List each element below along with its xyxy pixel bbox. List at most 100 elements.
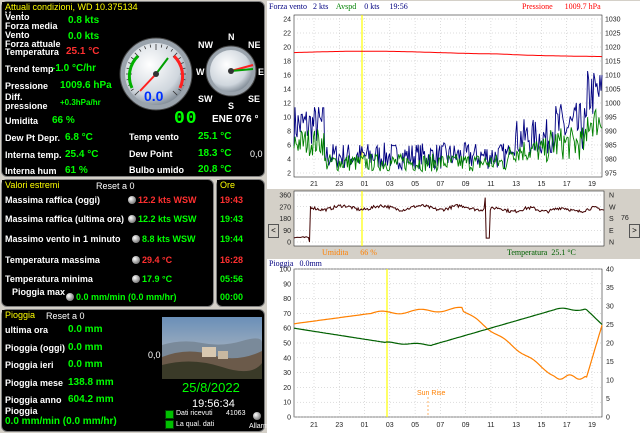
graph3-svg: 1009080706050403020100403530252015105021… — [279, 267, 614, 430]
graph1-left-tick: 4 — [287, 157, 291, 164]
graph1-right-tick: 1015 — [605, 59, 621, 66]
graph1-right-tick: 1005 — [605, 87, 621, 94]
rain-year-label: Pioggia anno — [5, 395, 62, 405]
wind-direction-compass — [205, 45, 257, 97]
graph3-x-tick: 09 — [462, 422, 470, 429]
extreme-wind-minute-value: 8.8 kts WSW — [142, 234, 196, 244]
graph3-left-tick: 80 — [283, 296, 291, 303]
rain-month-value: 138.8 mm — [68, 377, 114, 388]
graph1-left-tick: 2 — [287, 171, 291, 178]
graph1-x-tick: 01 — [361, 181, 369, 188]
graph3-right-tick: 15 — [606, 359, 614, 366]
direction-degrees: 076 ° — [235, 114, 259, 125]
time-4: 05:56 — [220, 274, 244, 284]
graph3-x-tick: 19 — [588, 422, 596, 429]
temp-vento-label: Temp vento — [129, 132, 179, 142]
pressure-diff-value: +0.3hPa/hr — [60, 98, 101, 107]
graph2-side-value: 76 — [621, 215, 629, 222]
humidity-temp-graph: Pioggia 0.0mm 100 90 80 70 60 50 40 30 20 10 0 40 35… — [267, 259, 640, 433]
wind-avg-label: Vento Forza media — [5, 13, 63, 31]
compass-e: E — [258, 67, 265, 77]
extremes-reset[interactable]: Reset a 0 — [96, 181, 135, 191]
extreme-gust-today-value: 12.2 kts WSW — [138, 195, 197, 205]
graph1-x-tick: 13 — [512, 181, 520, 188]
compass-n: N — [228, 32, 235, 42]
graph3-x-tick: 03 — [386, 422, 394, 429]
graph3-right-tick: 40 — [606, 267, 614, 274]
extreme-gust-today-label: Massima raffica (oggi) — [5, 195, 101, 205]
dew-depr-value: 6.8 °C — [65, 132, 93, 143]
graph3-left-tick: 0 — [287, 415, 291, 422]
interna-temp-label: Interna temp. — [5, 150, 62, 160]
pressure-label: Pressione — [5, 81, 49, 91]
current-side-value: 0,0 — [250, 149, 263, 159]
graph1-x-tick: 11 — [487, 181, 494, 188]
rain-month-label: Pioggia mese — [5, 378, 64, 388]
graph1-right-tick: 1000 — [605, 101, 621, 108]
current-conditions-panel: Attuali condizioni, WD 10.375134 Vento V… — [1, 1, 265, 177]
graph1-x-tick: 21 — [310, 181, 318, 188]
times-title: Ore — [217, 180, 244, 191]
rain-hour-value: 0.0 mm — [68, 324, 103, 335]
graph3-left-tick: 30 — [283, 370, 291, 377]
graph1-svg: 24 103022 102520 102018 101516 101014 100512 10… — [283, 14, 621, 188]
graph3-left-tick: 90 — [283, 281, 291, 288]
graph3-right-tick: 10 — [606, 378, 614, 385]
dew-point-value: 18.3 °C — [198, 148, 232, 159]
graph1-left-tick: 8 — [287, 129, 291, 136]
graph1-left-tick: 14 — [283, 87, 291, 94]
temp-trend-label: Trend temp — [5, 64, 54, 74]
rain-yesterday-label: Pioggia ieri — [5, 360, 54, 370]
temp-trend-value: -1.0 °C/hr — [52, 63, 97, 74]
graph3-right-tick: 35 — [606, 285, 614, 292]
graph3-left-tick: 50 — [283, 341, 291, 348]
pressure-diff-label: Diff. pressione — [5, 92, 48, 111]
temperature-value: 25.1 °C — [66, 46, 100, 57]
extreme-gust-today-dot — [128, 196, 136, 204]
direction-text: ENE — [212, 114, 233, 125]
data-received-label: Dati ricevuti — [176, 410, 213, 417]
dew-depr-label: Dew Pt Depr. — [5, 133, 61, 143]
graph3-right-tick: 30 — [606, 304, 614, 311]
interna-hum-value: 61 % — [65, 165, 88, 176]
graph2-hum-label: Umidita 66 % — [322, 248, 377, 257]
graph1-x-tick: 19 — [588, 181, 596, 188]
graph1-x-tick: 09 — [462, 181, 470, 188]
graph1-left-tick: 16 — [283, 73, 291, 80]
rain-rate-label: Pioggia — [5, 406, 38, 416]
extreme-temp-min-label: Temperatura minima — [5, 274, 93, 284]
alarm-dot[interactable] — [253, 412, 261, 420]
graph1-right-tick: 1030 — [605, 17, 621, 24]
graph1-plot-area — [293, 14, 603, 178]
extreme-rain-max-dot — [66, 293, 74, 301]
rain-today-label: Pioggia (oggi) — [5, 343, 65, 353]
extreme-rain-max-label: Pioggia max — [12, 287, 66, 297]
rain-today-value: 0.0 mm — [68, 342, 103, 353]
time-3: 16:28 — [220, 255, 244, 265]
webcam-photo — [162, 317, 262, 379]
graph2-compass-letter: W — [609, 204, 616, 211]
time-2: 19:44 — [220, 234, 244, 244]
rain-year-value: 604.2 mm — [68, 394, 114, 405]
graph1-right-tick: 975 — [605, 171, 617, 178]
graph3-right-tick: 25 — [606, 322, 614, 329]
graph3-left-tick: 70 — [283, 311, 291, 318]
temp-vento-value: 25.1 °C — [198, 131, 232, 142]
time-5: 00:00 — [220, 292, 244, 302]
wind-avg-value: 0.8 kts — [68, 15, 100, 26]
graph1-left-tick: 22 — [283, 31, 291, 38]
direction-graph: < > 360 N 270 W 180 S 90 E 0 N 76 Umidita 66 % Tem… — [267, 189, 640, 259]
graph3-left-tick: 10 — [283, 400, 291, 407]
rain-reset[interactable]: Reset a 0 — [46, 311, 85, 321]
pressure-value: 1009.6 hPa — [60, 80, 112, 91]
digit-display: 00 — [174, 109, 198, 129]
graph1-right-tick: 995 — [605, 115, 617, 122]
graph2-left-tick: 90 — [283, 228, 291, 235]
graph3-x-tick: 15 — [538, 422, 546, 429]
rain-hour-label: ultima ora — [5, 325, 49, 335]
temperature-label: Temperatura — [5, 47, 59, 57]
graph3-x-tick: 01 — [361, 422, 369, 429]
data-quality-label: La qual. dati — [176, 421, 215, 428]
graph2-left-tick: 360 — [279, 193, 291, 200]
graph3-left-tick: 60 — [283, 326, 291, 333]
